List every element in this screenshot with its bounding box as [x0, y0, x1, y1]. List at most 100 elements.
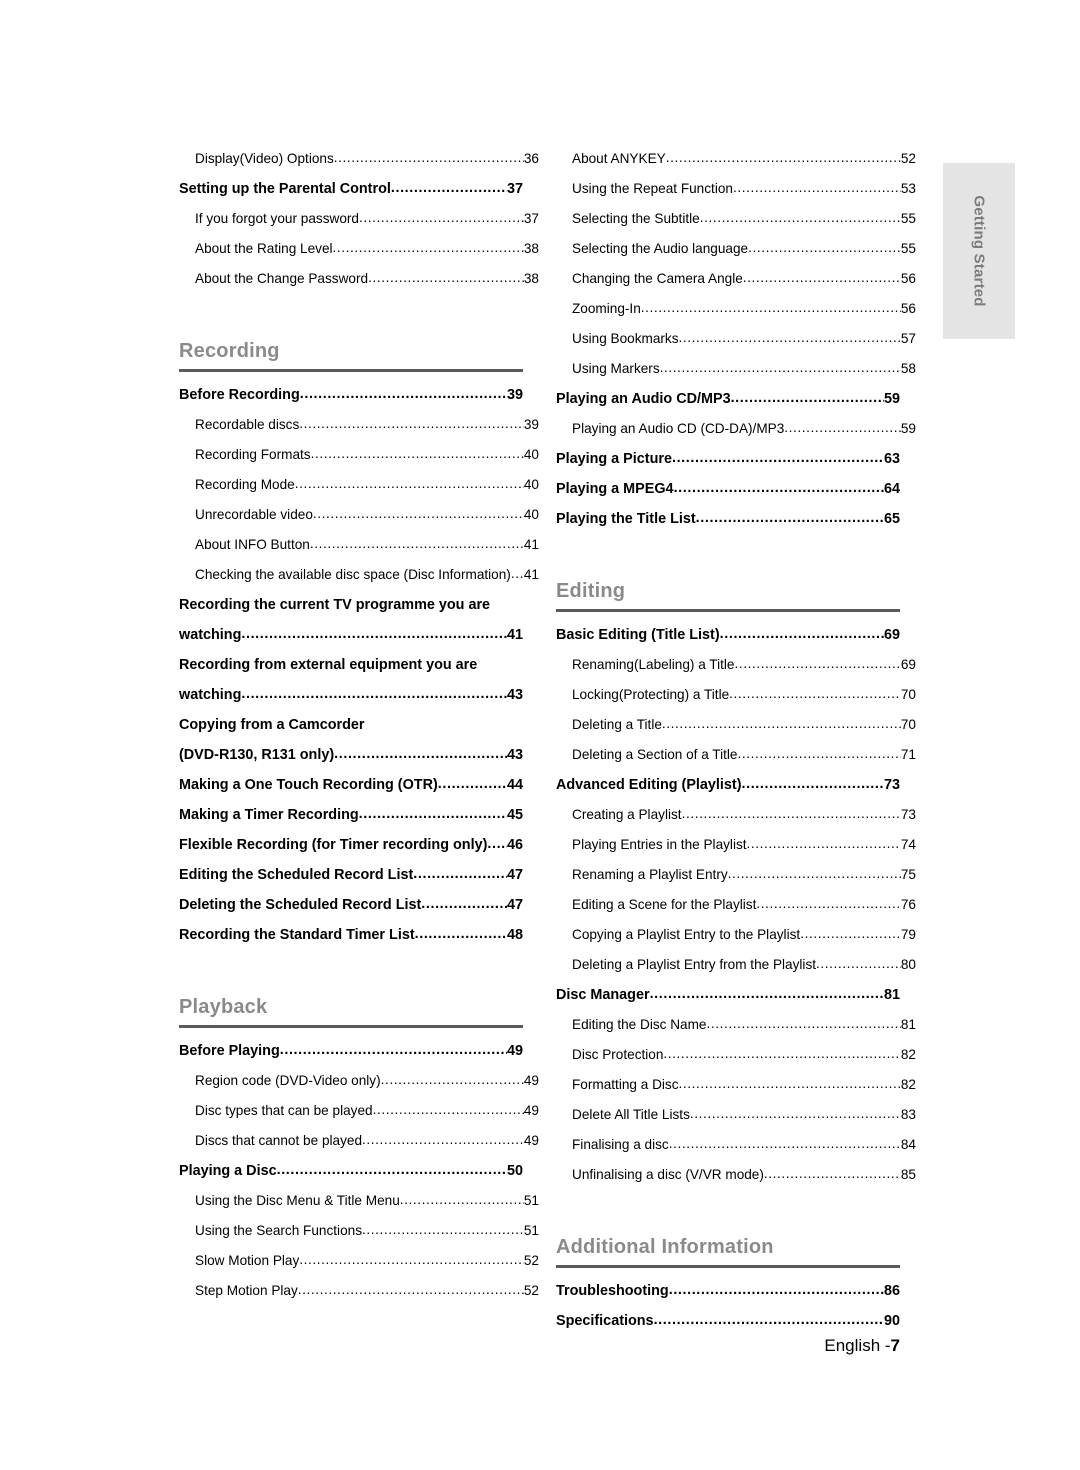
- toc-entry[interactable]: Troubleshooting.........................…: [556, 1283, 900, 1314]
- toc-entry[interactable]: Selecting the Subtitle..................…: [556, 211, 916, 242]
- toc-entry[interactable]: (DVD-R130, R131 only)...................…: [179, 747, 523, 778]
- leader-dots: ........................................…: [368, 271, 524, 285]
- toc-entry[interactable]: About the Change Password...............…: [179, 271, 539, 302]
- toc-entry[interactable]: watching................................…: [179, 627, 523, 658]
- toc-entry[interactable]: Disc Protection.........................…: [556, 1047, 916, 1078]
- toc-entry[interactable]: Playing a Disc..........................…: [179, 1163, 523, 1194]
- toc-entry[interactable]: Creating a Playlist.....................…: [556, 807, 916, 838]
- toc-entry[interactable]: Making a One Touch Recording (OTR)......…: [179, 777, 523, 808]
- toc-entry[interactable]: Recording Formats.......................…: [179, 447, 539, 478]
- toc-entry[interactable]: Recording the Standard Timer List.......…: [179, 927, 523, 958]
- toc-entry[interactable]: Discs that cannot be played.............…: [179, 1133, 539, 1164]
- toc-entry[interactable]: Locking(Protecting) a Title.............…: [556, 687, 916, 718]
- toc-entry[interactable]: Formatting a Disc.......................…: [556, 1077, 916, 1108]
- toc-entry[interactable]: Making a Timer Recording................…: [179, 807, 523, 838]
- toc-entry[interactable]: Setting up the Parental Control.........…: [179, 181, 523, 212]
- leader-dots: ........................................…: [668, 1283, 884, 1298]
- toc-entry[interactable]: Finalising a disc.......................…: [556, 1137, 916, 1168]
- toc-entry[interactable]: watching................................…: [179, 687, 523, 718]
- toc-entry[interactable]: Editing the Disc Name...................…: [556, 1017, 916, 1048]
- toc-entry[interactable]: Recording Mode..........................…: [179, 477, 539, 508]
- leader-dots: ........................................…: [649, 987, 884, 1002]
- toc-entry-label: Copying from a Camcorder: [179, 717, 365, 733]
- toc-entry[interactable]: Editing a Scene for the Playlist........…: [556, 897, 916, 928]
- toc-entry[interactable]: Deleting a Section of a Title...........…: [556, 747, 916, 778]
- toc-entry-label: Deleting the Scheduled Record List: [179, 897, 422, 913]
- toc-entry[interactable]: Copying from a Camcorder................…: [179, 718, 523, 748]
- toc-entry-label: Basic Editing (Title List): [556, 627, 720, 643]
- toc-entry[interactable]: Recording the current TV programme you a…: [179, 598, 523, 628]
- toc-entry[interactable]: Zooming-In..............................…: [556, 301, 916, 332]
- toc-entry-label: Changing the Camera Angle: [572, 271, 743, 286]
- toc-entry[interactable]: Deleting the Scheduled Record List......…: [179, 897, 523, 928]
- toc-entry-page-number: 59: [883, 391, 900, 407]
- toc-entry-label: Setting up the Parental Control: [179, 181, 391, 197]
- toc-entry[interactable]: If you forgot your password.............…: [179, 211, 539, 242]
- toc-entry[interactable]: Recording from external equipment you ar…: [179, 658, 523, 688]
- toc-entry[interactable]: Copying a Playlist Entry to the Playlist…: [556, 927, 916, 958]
- toc-entry[interactable]: Flexible Recording (for Timer recording …: [179, 837, 523, 868]
- toc-entry[interactable]: Unfinalising a disc (V/VR mode).........…: [556, 1167, 916, 1198]
- toc-entry-page-number: 37: [506, 181, 523, 197]
- toc-entry-label: (DVD-R130, R131 only): [179, 747, 335, 763]
- toc-entry[interactable]: Editing the Scheduled Record List.......…: [179, 867, 523, 898]
- toc-entry-label: watching: [179, 687, 242, 703]
- toc-entry[interactable]: About the Rating Level..................…: [179, 241, 539, 272]
- toc-entry-label: Making a Timer Recording: [179, 807, 359, 823]
- toc-entry[interactable]: Step Motion Play........................…: [179, 1283, 539, 1314]
- toc-entry[interactable]: Deleting a Playlist Entry from the Playl…: [556, 957, 916, 988]
- toc-entry-label: Recording the current TV programme you a…: [179, 597, 491, 613]
- toc-entry[interactable]: Playing a Picture.......................…: [556, 451, 900, 482]
- toc-entry[interactable]: Playing a MPEG4.........................…: [556, 481, 900, 512]
- toc-entry-label: Using Markers: [572, 361, 660, 376]
- toc-entry-page-number: 86: [883, 1283, 900, 1299]
- toc-entry[interactable]: Before Playing..........................…: [179, 1043, 523, 1074]
- toc-entry[interactable]: Region code (DVD-Video only)............…: [179, 1073, 539, 1104]
- toc-entry-label: watching: [179, 627, 242, 643]
- toc-entry[interactable]: Using the Search Functions..............…: [179, 1223, 539, 1254]
- toc-entry-page-number: 39: [506, 387, 523, 403]
- toc-entry[interactable]: Selecting the Audio language............…: [556, 241, 916, 272]
- toc-entry[interactable]: Renaming a Playlist Entry...............…: [556, 867, 916, 898]
- toc-entry-label: Recording Mode: [195, 477, 295, 492]
- toc-entry-page-number: 41: [506, 627, 523, 643]
- toc-entry[interactable]: Basic Editing (Title List)..............…: [556, 627, 900, 658]
- toc-entry[interactable]: Delete All Title Lists..................…: [556, 1107, 916, 1138]
- toc-entry[interactable]: Display(Video) Options..................…: [179, 151, 539, 182]
- toc-entry[interactable]: Unrecordable video......................…: [179, 507, 539, 538]
- toc-entry[interactable]: Using the Disc Menu & Title Menu........…: [179, 1193, 539, 1224]
- toc-section-header: Editing: [556, 580, 900, 612]
- toc-entry[interactable]: Renaming(Labeling) a Title..............…: [556, 657, 916, 688]
- toc-entry[interactable]: About INFO Button.......................…: [179, 537, 539, 568]
- toc-entry[interactable]: Advanced Editing (Playlist).............…: [556, 777, 900, 808]
- toc-entry-page-number: 46: [506, 837, 523, 853]
- toc-entry[interactable]: Changing the Camera Angle...............…: [556, 271, 916, 302]
- toc-entry[interactable]: Recordable discs........................…: [179, 417, 539, 448]
- toc-entry[interactable]: Using Markers...........................…: [556, 361, 916, 392]
- leader-dots: ........................................…: [332, 241, 524, 255]
- leader-dots: ........................................…: [334, 747, 507, 762]
- toc-entry[interactable]: Playing Entries in the Playlist.........…: [556, 837, 916, 868]
- toc-entry[interactable]: Using Bookmarks.........................…: [556, 331, 916, 362]
- toc-entry[interactable]: Before Recording........................…: [179, 387, 523, 418]
- toc-entry[interactable]: Playing the Title List..................…: [556, 511, 900, 542]
- toc-entry-label: About the Change Password: [195, 271, 369, 286]
- toc-entry[interactable]: Slow Motion Play........................…: [179, 1253, 539, 1284]
- leader-dots: ........................................…: [800, 927, 901, 941]
- page-footer: English -7: [824, 1336, 900, 1356]
- toc-entry[interactable]: About ANYKEY............................…: [556, 151, 916, 182]
- toc-entry-page-number: 49: [523, 1133, 539, 1148]
- leader-dots: ........................................…: [665, 151, 901, 165]
- toc-entry-page-number: 48: [506, 927, 523, 943]
- toc-entry-page-number: 52: [900, 151, 916, 166]
- toc-entry-label: Locking(Protecting) a Title: [572, 687, 730, 702]
- toc-entry[interactable]: Disc types that can be played...........…: [179, 1103, 539, 1134]
- toc-entry[interactable]: Playing an Audio CD/MP3.................…: [556, 391, 900, 422]
- leader-dots: ........................................…: [681, 807, 901, 821]
- toc-entry[interactable]: Checking the available disc space (Disc …: [179, 567, 539, 598]
- toc-entry-label: Deleting a Title: [572, 717, 662, 732]
- toc-entry[interactable]: Disc Manager............................…: [556, 987, 900, 1018]
- toc-entry[interactable]: Deleting a Title........................…: [556, 717, 916, 748]
- toc-entry[interactable]: Using the Repeat Function...............…: [556, 181, 916, 212]
- toc-entry[interactable]: Playing an Audio CD (CD-DA)/MP3.........…: [556, 421, 916, 452]
